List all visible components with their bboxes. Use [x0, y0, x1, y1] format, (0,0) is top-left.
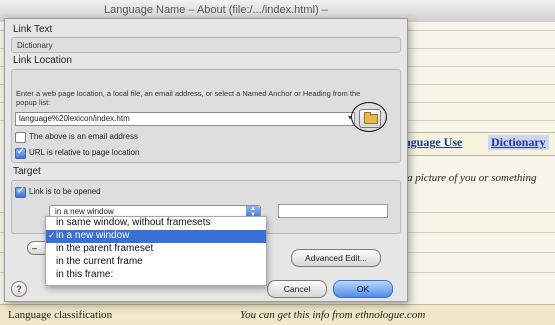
checkmark-icon: ✓	[48, 230, 56, 240]
relative-url-checkbox[interactable]	[15, 146, 26, 159]
target-select-value: in a new window	[55, 207, 114, 216]
url-input[interactable]: language%20lexicon/index.htm ▾	[15, 112, 355, 126]
menu-item-label: in this frame:	[56, 269, 114, 280]
menu-item-label: in the parent frameset	[56, 243, 154, 254]
link-text-box[interactable]: Dictionary	[11, 37, 401, 53]
target-heading: Target	[13, 166, 41, 177]
window-title: Language Name – About (file:/.../index.h…	[104, 4, 328, 16]
bg-cell-ethnologue: You can get this info from ethnologue.co…	[240, 309, 426, 321]
bg-tab-dictionary[interactable]: Dictionary	[488, 135, 549, 150]
menu-item-this-frame[interactable]: in this frame:	[46, 269, 266, 282]
menu-item-current-frame[interactable]: in the current frame	[46, 256, 266, 269]
link-text-heading: Link Text	[13, 24, 53, 35]
bg-picture-placeholder: a picture of you or something	[407, 172, 537, 184]
ok-button[interactable]: OK	[333, 280, 393, 298]
cancel-button[interactable]: Cancel	[267, 280, 327, 298]
open-link-checkbox-label: Link is to be opened	[29, 187, 101, 196]
menu-item-label: in same window, without framesets	[56, 217, 211, 228]
highlight-circle	[351, 102, 387, 132]
menu-item-label: in the current frame	[56, 256, 143, 267]
menu-item-new-window[interactable]: ✓ in a new window	[46, 230, 266, 243]
open-link-checkbox[interactable]	[15, 185, 26, 198]
url-value: language%20lexicon/index.htm	[19, 114, 130, 123]
link-properties-dialog: Link Text Dictionary Link Location Enter…	[4, 18, 408, 302]
bg-tab-language-use[interactable]: nguage Use	[404, 135, 462, 150]
target-dropdown-menu: in same window, without framesets ✓ in a…	[45, 216, 267, 286]
menu-item-label: in a new window	[56, 230, 130, 241]
link-location-instructions: Enter a web page location, a local file,…	[16, 89, 361, 107]
bg-nav-tabs: nguage Use Dictionary	[404, 132, 555, 156]
email-checkbox-label: The above is an email address	[29, 132, 138, 141]
frame-name-input[interactable]	[278, 204, 388, 218]
advanced-edit-button[interactable]: Advanced Edit...	[291, 249, 381, 267]
link-text-value: Dictionary	[17, 41, 53, 50]
help-button[interactable]: ?	[11, 281, 27, 297]
bg-table-row: Language classification You can get this…	[0, 304, 555, 325]
bg-cell-classification: Language classification	[8, 309, 113, 321]
menu-item-same-window[interactable]: in same window, without framesets	[46, 217, 266, 230]
email-checkbox[interactable]	[15, 132, 26, 143]
link-location-heading: Link Location	[13, 55, 72, 66]
relative-url-checkbox-label: URL is relative to page location	[29, 148, 140, 157]
menu-item-parent-frameset[interactable]: in the parent frameset	[46, 243, 266, 256]
